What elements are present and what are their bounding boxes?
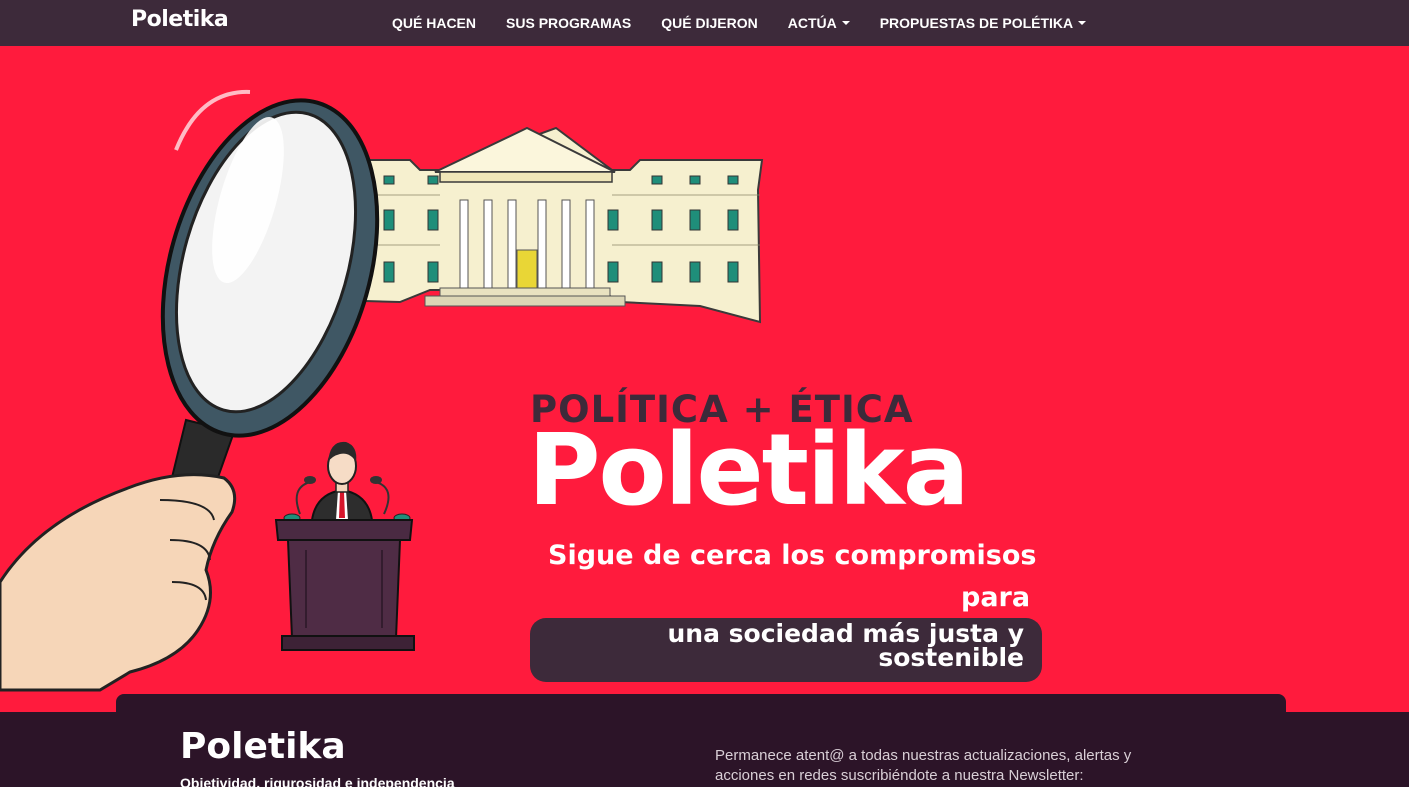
hero-tagline-pill: una sociedad más justa y sostenible (530, 618, 1042, 682)
footer: Poletika Objetividad, rigurosidad e inde… (0, 712, 1409, 787)
hero-title: Poletika (528, 413, 970, 528)
brand-logo[interactable]: Poletika (131, 7, 229, 32)
nav-item-label: PROPUESTAS DE POLÉTIKA (879, 15, 1074, 31)
top-navbar: Poletika QUÉ HACEN SUS PROGRAMAS QUÉ DIJ… (0, 0, 1409, 46)
nav-item-que-hacen[interactable]: QUÉ HACEN (392, 15, 476, 31)
hero-tagline-line-1: Sigue de cerca los compromisos (548, 540, 1037, 571)
nav-item-label: QUÉ HACEN (392, 15, 477, 31)
nav-item-actua[interactable]: ACTÚA (788, 15, 850, 31)
nav-item-label: ACTÚA (787, 15, 837, 31)
nav-menu: QUÉ HACEN SUS PROGRAMAS QUÉ DIJERON ACTÚ… (392, 0, 1116, 46)
footer-brand-title: Poletika (180, 726, 346, 767)
caret-down-icon (1078, 21, 1087, 25)
nav-item-label: SUS PROGRAMAS (506, 15, 632, 31)
caret-down-icon (841, 21, 850, 25)
politician-podium-illustration (274, 441, 415, 651)
newsletter-description: Permanece atent@ a todas nuestras actual… (715, 747, 1132, 784)
hero-tagline-line-2: para (961, 582, 1031, 613)
nav-item-label: QUÉ DIJERON (661, 15, 758, 31)
nav-item-que-dijeron[interactable]: QUÉ DIJERON (661, 15, 757, 31)
footer-tagline: Objetividad, rigurosidad e independencia (180, 775, 455, 787)
hero-tagline-line-3: una sociedad más justa y sostenible (667, 619, 1024, 672)
nav-item-propuestas[interactable]: PROPUESTAS DE POLÉTIKA (879, 15, 1087, 31)
hero-illustration (0, 89, 764, 692)
nav-item-sus-programas[interactable]: SUS PROGRAMAS (506, 15, 631, 31)
hero-banner: POLÍTICA + ÉTICA Poletika Sigue de cerca… (0, 46, 1409, 712)
